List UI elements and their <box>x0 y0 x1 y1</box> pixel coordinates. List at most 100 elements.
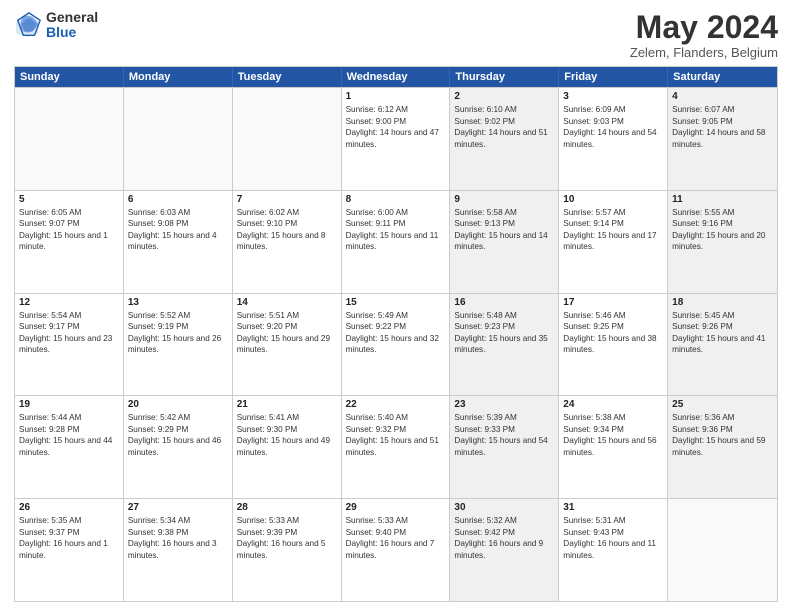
daylight-text: Daylight: 15 hours and 46 minutes. <box>128 435 228 458</box>
cal-cell-2: 2Sunrise: 6:10 AMSunset: 9:02 PMDaylight… <box>450 88 559 190</box>
daylight-text: Daylight: 14 hours and 51 minutes. <box>454 127 554 150</box>
day-number: 21 <box>237 399 337 410</box>
day-number: 14 <box>237 297 337 308</box>
day-number: 18 <box>672 297 773 308</box>
daylight-text: Daylight: 15 hours and 14 minutes. <box>454 230 554 253</box>
day-number: 4 <box>672 91 773 102</box>
daylight-text: Daylight: 15 hours and 41 minutes. <box>672 333 773 356</box>
cal-cell-8: 8Sunrise: 6:00 AMSunset: 9:11 PMDaylight… <box>342 191 451 293</box>
daylight-text: Daylight: 15 hours and 29 minutes. <box>237 333 337 356</box>
sunrise-text: Sunrise: 6:12 AM <box>346 104 446 115</box>
sunset-text: Sunset: 9:10 PM <box>237 218 337 229</box>
daylight-text: Daylight: 15 hours and 51 minutes. <box>346 435 446 458</box>
day-number: 15 <box>346 297 446 308</box>
sunrise-text: Sunrise: 5:32 AM <box>454 515 554 526</box>
sunset-text: Sunset: 9:38 PM <box>128 527 228 538</box>
sunset-text: Sunset: 9:33 PM <box>454 424 554 435</box>
daylight-text: Daylight: 16 hours and 9 minutes. <box>454 538 554 561</box>
sunset-text: Sunset: 9:13 PM <box>454 218 554 229</box>
sunset-text: Sunset: 9:39 PM <box>237 527 337 538</box>
cal-cell-17: 17Sunrise: 5:46 AMSunset: 9:25 PMDayligh… <box>559 294 668 396</box>
sunset-text: Sunset: 9:08 PM <box>128 218 228 229</box>
sunrise-text: Sunrise: 5:36 AM <box>672 412 773 423</box>
sunrise-text: Sunrise: 6:05 AM <box>19 207 119 218</box>
cal-header-sunday: Sunday <box>15 67 124 87</box>
cal-header-wednesday: Wednesday <box>342 67 451 87</box>
sunset-text: Sunset: 9:02 PM <box>454 116 554 127</box>
logo-icon <box>14 11 42 39</box>
cal-cell-4: 4Sunrise: 6:07 AMSunset: 9:05 PMDaylight… <box>668 88 777 190</box>
day-number: 12 <box>19 297 119 308</box>
cal-cell-1: 1Sunrise: 6:12 AMSunset: 9:00 PMDaylight… <box>342 88 451 190</box>
cal-cell-28: 28Sunrise: 5:33 AMSunset: 9:39 PMDayligh… <box>233 499 342 601</box>
sunrise-text: Sunrise: 6:03 AM <box>128 207 228 218</box>
day-number: 31 <box>563 502 663 513</box>
cal-header-tuesday: Tuesday <box>233 67 342 87</box>
sunrise-text: Sunrise: 6:00 AM <box>346 207 446 218</box>
sunrise-text: Sunrise: 5:54 AM <box>19 310 119 321</box>
cal-cell-13: 13Sunrise: 5:52 AMSunset: 9:19 PMDayligh… <box>124 294 233 396</box>
sunset-text: Sunset: 9:32 PM <box>346 424 446 435</box>
cal-week-4: 26Sunrise: 5:35 AMSunset: 9:37 PMDayligh… <box>15 498 777 601</box>
sunrise-text: Sunrise: 5:45 AM <box>672 310 773 321</box>
sunrise-text: Sunrise: 6:07 AM <box>672 104 773 115</box>
sunset-text: Sunset: 9:00 PM <box>346 116 446 127</box>
sunset-text: Sunset: 9:19 PM <box>128 321 228 332</box>
cal-cell-15: 15Sunrise: 5:49 AMSunset: 9:22 PMDayligh… <box>342 294 451 396</box>
cal-cell-5: 5Sunrise: 6:05 AMSunset: 9:07 PMDaylight… <box>15 191 124 293</box>
sunset-text: Sunset: 9:34 PM <box>563 424 663 435</box>
daylight-text: Daylight: 16 hours and 11 minutes. <box>563 538 663 561</box>
sunset-text: Sunset: 9:37 PM <box>19 527 119 538</box>
sunrise-text: Sunrise: 5:34 AM <box>128 515 228 526</box>
day-number: 29 <box>346 502 446 513</box>
day-number: 6 <box>128 194 228 205</box>
sunset-text: Sunset: 9:43 PM <box>563 527 663 538</box>
cal-cell-26: 26Sunrise: 5:35 AMSunset: 9:37 PMDayligh… <box>15 499 124 601</box>
cal-header-thursday: Thursday <box>450 67 559 87</box>
cal-header-monday: Monday <box>124 67 233 87</box>
day-number: 11 <box>672 194 773 205</box>
day-number: 20 <box>128 399 228 410</box>
cal-cell-29: 29Sunrise: 5:33 AMSunset: 9:40 PMDayligh… <box>342 499 451 601</box>
daylight-text: Daylight: 15 hours and 32 minutes. <box>346 333 446 356</box>
subtitle: Zelem, Flanders, Belgium <box>630 45 778 60</box>
sunset-text: Sunset: 9:36 PM <box>672 424 773 435</box>
daylight-text: Daylight: 15 hours and 49 minutes. <box>237 435 337 458</box>
sunset-text: Sunset: 9:25 PM <box>563 321 663 332</box>
cal-cell-30: 30Sunrise: 5:32 AMSunset: 9:42 PMDayligh… <box>450 499 559 601</box>
cal-week-3: 19Sunrise: 5:44 AMSunset: 9:28 PMDayligh… <box>15 395 777 498</box>
sunset-text: Sunset: 9:16 PM <box>672 218 773 229</box>
sunset-text: Sunset: 9:26 PM <box>672 321 773 332</box>
cal-cell-21: 21Sunrise: 5:41 AMSunset: 9:30 PMDayligh… <box>233 396 342 498</box>
daylight-text: Daylight: 16 hours and 1 minute. <box>19 538 119 561</box>
day-number: 25 <box>672 399 773 410</box>
sunset-text: Sunset: 9:07 PM <box>19 218 119 229</box>
day-number: 10 <box>563 194 663 205</box>
cal-cell-empty-0-1 <box>124 88 233 190</box>
day-number: 13 <box>128 297 228 308</box>
daylight-text: Daylight: 15 hours and 54 minutes. <box>454 435 554 458</box>
day-number: 24 <box>563 399 663 410</box>
daylight-text: Daylight: 14 hours and 58 minutes. <box>672 127 773 150</box>
sunrise-text: Sunrise: 5:58 AM <box>454 207 554 218</box>
daylight-text: Daylight: 15 hours and 17 minutes. <box>563 230 663 253</box>
day-number: 22 <box>346 399 446 410</box>
sunset-text: Sunset: 9:17 PM <box>19 321 119 332</box>
sunrise-text: Sunrise: 5:35 AM <box>19 515 119 526</box>
sunset-text: Sunset: 9:23 PM <box>454 321 554 332</box>
daylight-text: Daylight: 15 hours and 23 minutes. <box>19 333 119 356</box>
sunrise-text: Sunrise: 5:49 AM <box>346 310 446 321</box>
day-number: 7 <box>237 194 337 205</box>
day-number: 1 <box>346 91 446 102</box>
calendar-header-row: SundayMondayTuesdayWednesdayThursdayFrid… <box>15 67 777 87</box>
logo: General Blue <box>14 10 98 41</box>
sunset-text: Sunset: 9:03 PM <box>563 116 663 127</box>
cal-week-1: 5 Sunrise: 6:05 AMSunset: 9:07 PM Daylight… <box>15 190 777 293</box>
calendar-body: 1 Sunrise: 6:12 AMSunset: 9:00 PM Daylight… <box>15 87 777 601</box>
sunset-text: Sunset: 9:28 PM <box>19 424 119 435</box>
daylight-text: Daylight: 16 hours and 5 minutes. <box>237 538 337 561</box>
cal-cell-12: 12 Sunrise: 5:54 AMSunset: 9:17 PMDayligh… <box>15 294 124 396</box>
daylight-text: Daylight: 15 hours and 59 minutes. <box>672 435 773 458</box>
main-title: May 2024 <box>630 10 778 45</box>
day-number: 5 <box>19 194 119 205</box>
